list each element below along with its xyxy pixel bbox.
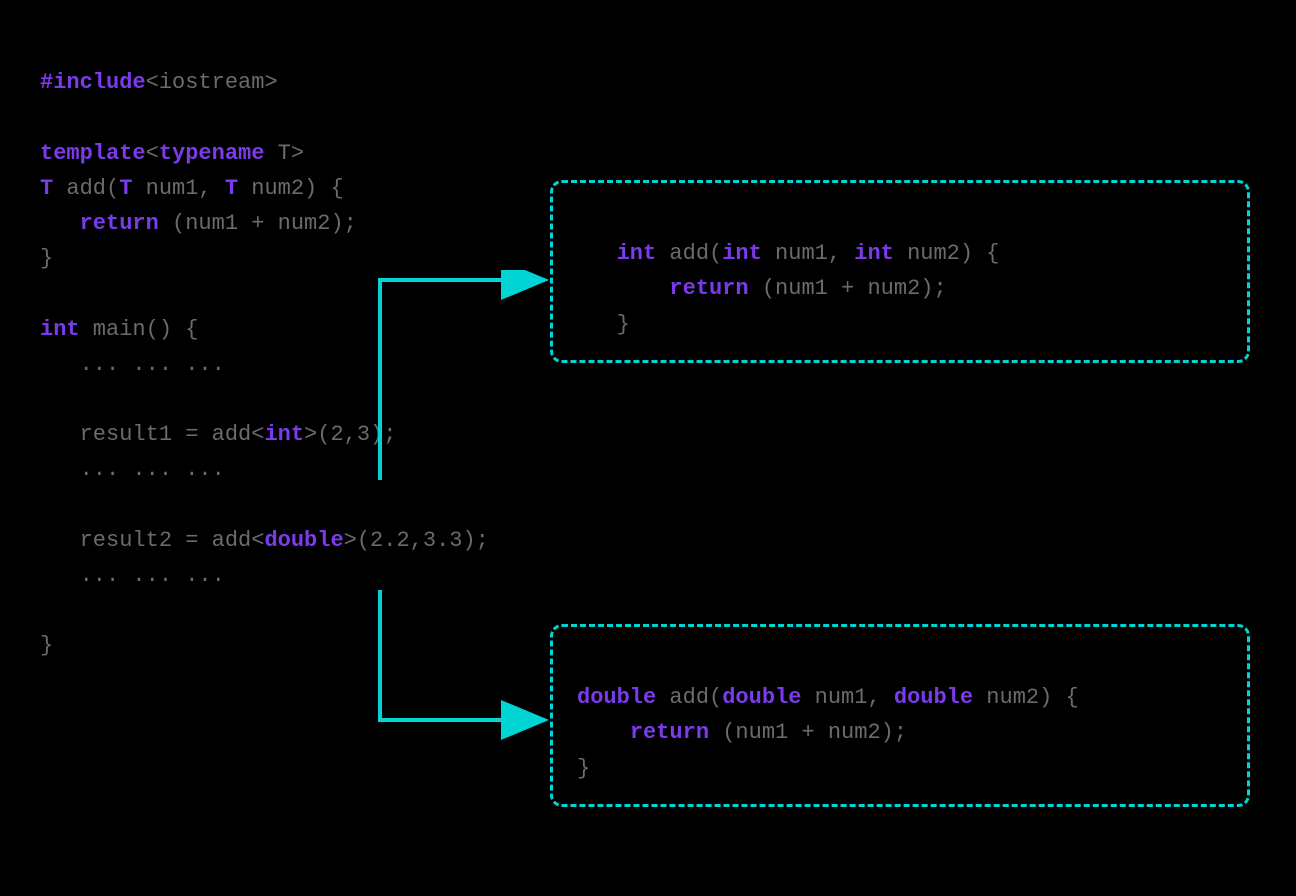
template-kw: template [40,141,146,166]
code-line: result1 = add<int>(2,3); [40,422,396,447]
param-type: T [225,176,238,201]
main-code-block: #include<iostream> template<typename T> … [40,30,489,663]
fn-name: add( [656,685,722,710]
param-name: num2) { [238,176,344,201]
code-line: int add(int num1, int num2) { [577,241,1000,266]
typename-kw: typename [159,141,265,166]
ellipsis-line: ... ... ... [40,352,225,377]
return-expr: (num1 + num2); [709,720,907,745]
param-name: num2) { [894,241,1000,266]
fn-name: add( [656,241,722,266]
return-kw: return [669,276,748,301]
param-name: num1, [801,685,893,710]
int-instantiation-box: int add(int num1, int num2) { return (nu… [550,180,1250,363]
code-line: double add(double num1, double num2) { [577,685,1079,710]
int-kw: int [40,317,80,342]
code-line: int main() { [40,317,198,342]
return-type: T [40,176,53,201]
code-line: result2 = add<double>(2.2,3.3); [40,528,489,553]
code-line: template<typename T> [40,141,304,166]
template-arg-double: double [264,528,343,553]
return-type: int [617,241,657,266]
call-post: >(2.2,3.3); [344,528,489,553]
param-name: num1, [132,176,224,201]
return-expr: (num1 + num2); [749,276,947,301]
code-line: } [577,312,630,337]
param-name: num1, [762,241,854,266]
fn-name: add( [53,176,119,201]
return-expr: (num1 + num2); [159,211,357,236]
code-line: T add(T num1, T num2) { [40,176,344,201]
return-type: double [577,685,656,710]
param-type: double [722,685,801,710]
code-line: return (num1 + num2); [577,276,947,301]
template-arg-int: int [264,422,304,447]
return-kw: return [630,720,709,745]
call-pre: result1 = add< [40,422,264,447]
include-directive: #include [40,70,146,95]
ellipsis-line: ... ... ... [40,457,225,482]
call-pre: result2 = add< [40,528,264,553]
return-kw: return [80,211,159,236]
param-type: T [119,176,132,201]
type-param: T [264,141,290,166]
param-name: num2) { [973,685,1079,710]
code-line: } [40,246,53,271]
ellipsis-line: ... ... ... [40,563,225,588]
angle-close: > [291,141,304,166]
param-type: double [894,685,973,710]
code-line: } [40,633,53,658]
call-post: >(2,3); [304,422,396,447]
code-line: } [577,756,590,781]
param-type: int [854,241,894,266]
include-header: <iostream> [146,70,278,95]
main-sig: main() { [80,317,199,342]
angle-open: < [146,141,159,166]
code-line: #include<iostream> [40,70,278,95]
param-type: int [722,241,762,266]
code-line: return (num1 + num2); [40,211,357,236]
code-line: return (num1 + num2); [577,720,907,745]
double-instantiation-box: double add(double num1, double num2) { r… [550,624,1250,807]
